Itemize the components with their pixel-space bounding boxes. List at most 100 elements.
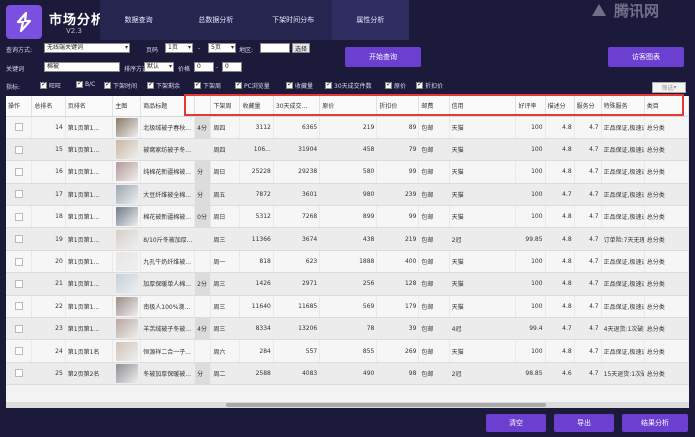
scrollbar-thumb[interactable] <box>226 403 546 407</box>
column-header[interactable]: 下架周 <box>210 96 241 117</box>
sort-select[interactable]: 默认 <box>144 62 174 72</box>
indicator-30day-sales[interactable]: 30天成交件数 <box>325 80 372 90</box>
column-header[interactable]: 操作 <box>6 96 33 117</box>
column-header[interactable] <box>194 96 212 117</box>
keyword-input[interactable]: 棉被 <box>44 62 120 72</box>
row-checkbox[interactable] <box>14 302 23 311</box>
column-header[interactable]: 折扣价 <box>376 96 420 117</box>
checkbox-icon[interactable] <box>235 80 242 89</box>
cell-credit: 2冠 <box>449 362 517 386</box>
indicator-delist-week[interactable]: 下架周 <box>194 80 221 90</box>
filter-button[interactable]: 筛选 ▾ <box>652 82 686 93</box>
column-header[interactable]: 邮费 <box>418 96 450 117</box>
checkbox-icon[interactable] <box>76 79 83 88</box>
table-row[interactable]: 23 第1页第1... 羊羔绒被子冬被... 4分 周三 8334 13206 78 39 包邮 4… <box>6 317 689 341</box>
column-header[interactable]: 描述分 <box>545 96 575 117</box>
row-checkbox[interactable] <box>14 257 23 266</box>
column-header[interactable]: 收藏量 <box>239 96 274 117</box>
cell-desc: 4.8 <box>545 272 575 296</box>
row-checkbox[interactable] <box>14 324 23 333</box>
row-checkbox[interactable] <box>14 167 23 176</box>
indicator-pc-views[interactable]: PC浏览量 <box>235 80 270 90</box>
indicator-wangwang[interactable]: 旺旺 <box>40 80 61 90</box>
column-header[interactable]: 特殊服务 <box>601 96 645 117</box>
table-row[interactable]: 19 第1页第1... 8/10斤冬被加厚... 周三 11366 3674 438 219 包… <box>6 227 689 251</box>
checkbox-icon[interactable] <box>325 80 332 89</box>
checkbox-icon[interactable] <box>40 80 47 89</box>
checkbox-icon[interactable] <box>104 80 111 89</box>
tab-total-analysis[interactable]: 总数据分析 <box>177 0 254 40</box>
table-row[interactable]: 22 第1页第1... 南极人100%澳... 周三 11640 11685 569 179 包… <box>6 295 689 319</box>
cell-page: 第1页第1... <box>65 317 114 341</box>
row-checkbox[interactable] <box>14 235 23 244</box>
indicator-delist-remaining[interactable]: 下架剩余 <box>147 80 181 90</box>
cell-title: 冬被加厚保暖被... <box>140 362 196 386</box>
table-row[interactable]: 15 第1页第1... 被窝家纺被子冬... 周四 106... 31904 458 79 包邮… <box>6 138 689 162</box>
checkbox-icon[interactable] <box>194 80 201 89</box>
cell-special: 正品保证,极速退... <box>601 160 645 184</box>
table-row[interactable]: 17 第1页第1... 大豆纤维被全棉... 分周五 7872 3601 980 239 包邮天… <box>6 183 689 207</box>
table-row[interactable]: 21 第1页第1... 加厚保暖单人棉... 2分 周三 1426 2971 256 128 包邮… <box>6 272 689 296</box>
results-table-container[interactable]: 操作 总排名 页排名 主图 商品标题 下架周 收藏量 30天成交... 原价 折扣价 邮费 信用 好评率… <box>6 96 689 402</box>
table-row[interactable]: 18 第1页第1... 棉花被新疆棉被... 0分 周日 5312 7268 899 99 包邮天… <box>6 205 689 229</box>
product-thumbnail-cell <box>112 205 142 229</box>
indicator-delist-time[interactable]: 下架时间 <box>104 80 137 90</box>
row-select-cell <box>6 116 33 139</box>
column-header[interactable]: 页排名 <box>65 96 114 117</box>
indicator-bc[interactable]: B/C <box>76 79 95 88</box>
row-checkbox[interactable] <box>14 279 23 288</box>
region-input[interactable] <box>260 43 290 53</box>
indicator-discount-price[interactable]: 折扣价 <box>416 80 443 90</box>
price-max-input[interactable]: 0 <box>222 62 242 72</box>
column-header[interactable]: 商品标题 <box>140 96 196 117</box>
indicator-label: 指标: <box>6 84 21 91</box>
cell-rank: 19 <box>31 227 66 251</box>
mode-select[interactable]: 无线端关键词 <box>44 43 130 53</box>
clear-button[interactable]: 清空 <box>486 414 546 432</box>
tab-delist-distribution[interactable]: 下架时间分布 <box>255 0 332 40</box>
cell-page: 第1页第1... <box>65 138 114 162</box>
cell-desc: 4.7 <box>545 317 575 341</box>
price-min-input[interactable]: 0 <box>194 62 214 72</box>
indicator-favorites[interactable]: 收藏量 <box>286 80 313 90</box>
visitor-chart-button[interactable]: 访客图表 <box>608 47 684 67</box>
column-header[interactable]: 30天成交... <box>273 96 321 117</box>
table-row[interactable]: 14 第1页第1... 北极绒被子春秋... 4分 周四 3112 6365 219 89 包邮天… <box>6 116 689 139</box>
indicator-original-price[interactable]: 原价 <box>385 80 406 90</box>
cell-rem: 2分 <box>194 272 212 296</box>
page-to-select[interactable]: 5页 <box>208 43 236 53</box>
table-row[interactable]: 25 第2页第2名 冬被加厚保暖被... 分周二 2588 4083 490 98 包邮 2冠 98… <box>6 362 689 386</box>
row-checkbox[interactable] <box>14 212 23 221</box>
column-header[interactable]: 信用 <box>449 96 517 117</box>
page-from-select[interactable]: 1页 <box>165 43 193 53</box>
export-button[interactable]: 导出 <box>554 414 614 432</box>
checkbox-icon[interactable] <box>416 80 423 89</box>
checkbox-icon[interactable] <box>147 80 154 89</box>
table-row[interactable]: 20 第1页第1... 九孔牛奶纤维被... 周一 818 623 1888 400 包邮 天猫 1… <box>6 250 689 274</box>
column-header[interactable]: 服务分 <box>574 96 602 117</box>
row-checkbox[interactable] <box>14 123 23 132</box>
table-row[interactable]: 16 第1页第1... 纯棉花新疆棉被... 分周日 25228 29238 580 99 包邮… <box>6 160 689 184</box>
select-region-button[interactable]: 选择 <box>292 43 310 53</box>
column-header[interactable]: 主图 <box>112 96 142 117</box>
result-analysis-button[interactable]: 结果分析 <box>622 414 688 432</box>
cell-post: 包邮 <box>418 295 450 319</box>
checkbox-icon[interactable] <box>385 80 392 89</box>
page-label: 页码 <box>146 47 159 54</box>
checkbox-icon[interactable] <box>286 80 293 89</box>
column-header[interactable]: 原价 <box>319 96 378 117</box>
column-header[interactable]: 好评率 <box>515 96 546 117</box>
table-row[interactable]: 24 第1页第1名 恒源祥二合一子... 周六 284 557 855 269 包邮 天猫 100 4… <box>6 339 689 363</box>
start-query-button[interactable]: 开始查询 <box>345 47 421 67</box>
cell-credit: 天猫 <box>449 183 517 207</box>
row-checkbox[interactable] <box>14 145 23 154</box>
column-header[interactable]: 类目 <box>644 96 689 117</box>
row-checkbox[interactable] <box>14 347 23 356</box>
tab-attribute-analysis[interactable]: 属性分析 <box>331 0 409 40</box>
column-header[interactable]: 总排名 <box>31 96 66 117</box>
row-checkbox[interactable] <box>14 190 23 199</box>
indicator-item-label: 下架剩余 <box>156 83 181 90</box>
row-checkbox[interactable] <box>14 369 23 378</box>
cell-fav: 11640 <box>239 295 274 319</box>
tab-data-query[interactable]: 数据查询 <box>100 0 177 40</box>
